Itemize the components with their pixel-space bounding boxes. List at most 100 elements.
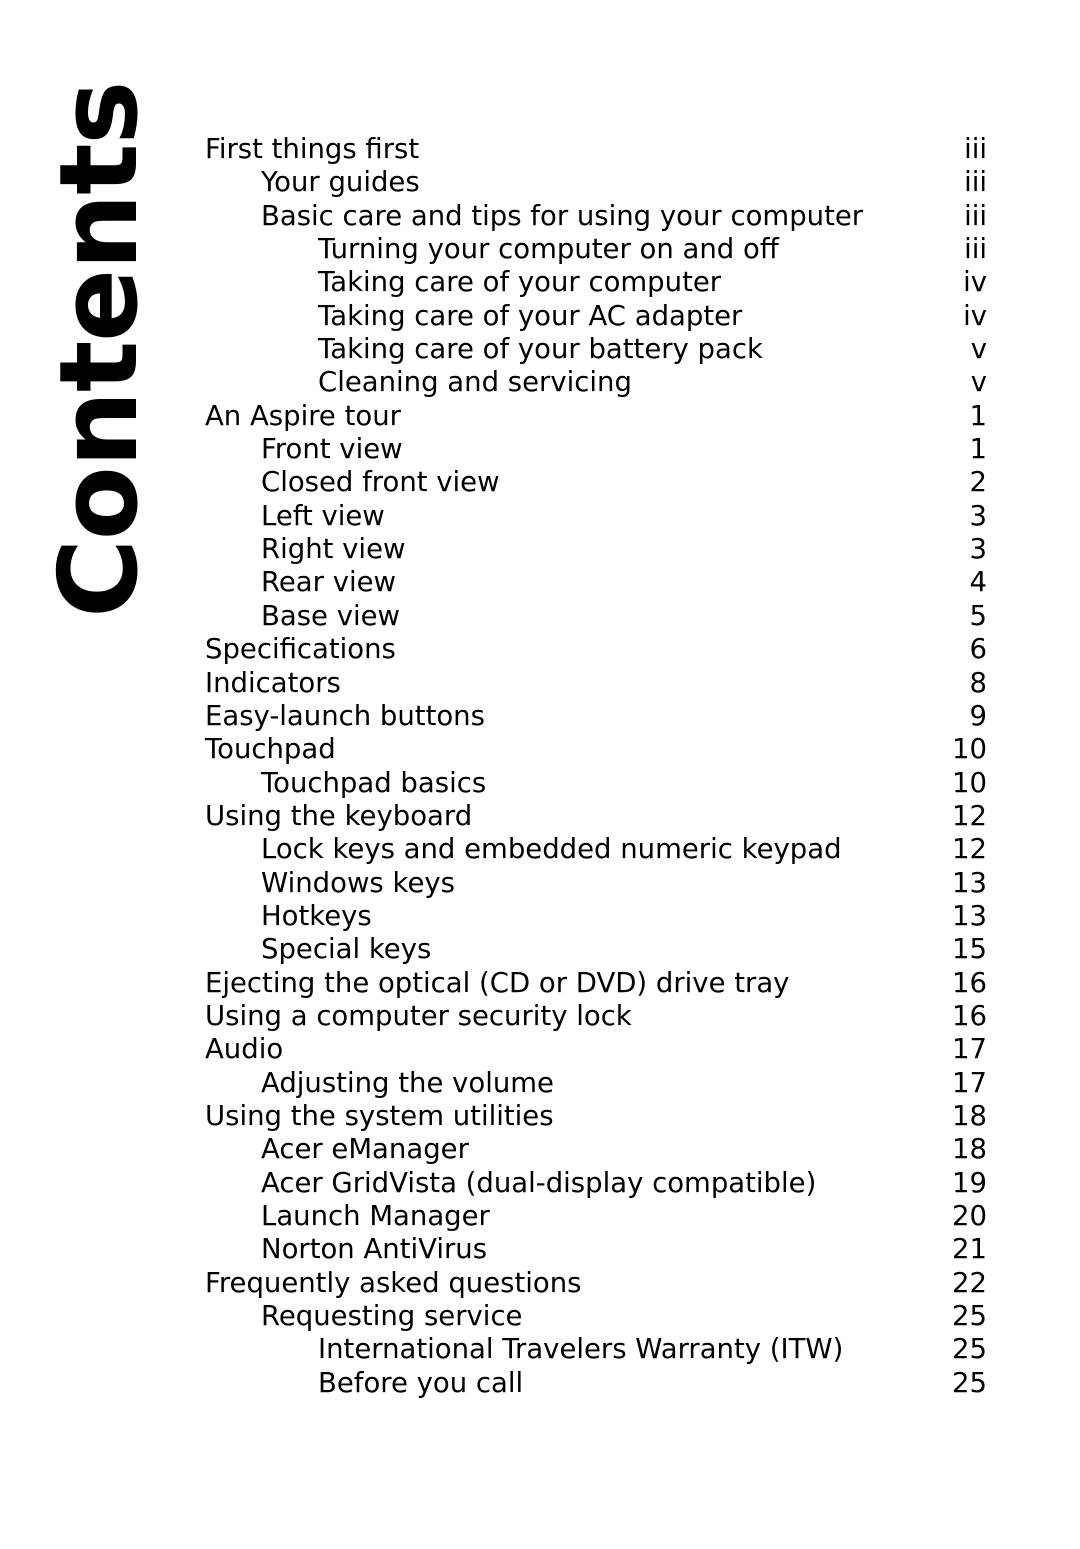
toc-entry-title: Taking care of your AC adapter: [318, 299, 743, 332]
toc-entry-title: Acer eManager: [261, 1133, 469, 1166]
toc-entry-page-number: 12: [952, 833, 987, 866]
toc-entry-page-number: 25: [952, 1366, 987, 1399]
toc-entry-page-number: 18: [952, 1133, 987, 1166]
toc-entry[interactable]: Touchpad basics 10: [205, 767, 987, 800]
toc-entry-title: Base view: [261, 599, 401, 632]
toc-entry-title: Taking care of your computer: [318, 266, 722, 299]
toc-entry-title: Lock keys and embedded numeric keypad: [261, 833, 842, 866]
toc-entry-page-number: 1: [969, 399, 988, 432]
toc-entry-title: Specifications: [205, 633, 396, 666]
toc-entry[interactable]: Taking care of your AC adapter iv: [205, 300, 987, 333]
toc-entry[interactable]: Using the system utilities 18: [205, 1100, 987, 1133]
toc-entry-title: Using a computer security lock: [205, 999, 632, 1032]
toc-entry[interactable]: Using a computer security lock 16: [205, 1000, 987, 1033]
toc-entry[interactable]: Ejecting the optical (CD or DVD) drive t…: [205, 967, 987, 1000]
toc-entry[interactable]: Launch Manager 20: [205, 1200, 987, 1233]
toc-entry-page-number: 8: [969, 666, 988, 699]
toc-entry[interactable]: Rear view 4: [205, 566, 987, 599]
toc-entry[interactable]: Cleaning and servicing v: [205, 366, 987, 399]
toc-entry-page-number: 3: [969, 533, 988, 566]
toc-entry[interactable]: Hotkeys 13: [205, 900, 987, 933]
toc-entry-page-number: 9: [969, 699, 988, 732]
toc-entry[interactable]: Audio 17: [205, 1033, 987, 1066]
toc-entry-page-number: 17: [952, 1033, 987, 1066]
toc-entry-title: Requesting service: [261, 1300, 523, 1333]
toc-entry-page-number: 20: [952, 1200, 987, 1232]
toc-entry-title: Turning your computer on and off: [318, 233, 779, 266]
toc-entry-title: An Aspire tour: [205, 399, 401, 432]
toc-entry[interactable]: Right view 3: [205, 533, 987, 566]
toc-entry[interactable]: Specifications 6: [205, 633, 987, 666]
toc-entry-title: Windows keys: [261, 866, 455, 899]
toc-entry[interactable]: Easy-launch buttons 9: [205, 700, 987, 733]
toc-entry-page-number: 10: [952, 766, 987, 799]
toc-entry[interactable]: Special keys 15: [205, 933, 987, 966]
toc-entry-title: Before you call: [318, 1366, 524, 1399]
toc-entry-page-number: 21: [952, 1233, 987, 1266]
toc-entry-title: Acer GridVista (dual-display compatible): [261, 1166, 817, 1199]
toc-entry-page-number: 6: [969, 633, 988, 666]
toc-entry-title: Taking care of your battery pack: [318, 333, 763, 366]
toc-entry-page-number: 18: [952, 1099, 987, 1132]
toc-entry[interactable]: Acer GridVista (dual-display compatible)…: [205, 1167, 987, 1200]
toc-entry-page-number: 25: [952, 1300, 987, 1333]
toc-entry-page-number: 4: [969, 566, 988, 599]
toc-entry-page-number: 5: [969, 599, 988, 632]
toc-entry[interactable]: Basic care and tips for using your compu…: [205, 200, 987, 233]
toc-entry-page-number: iv: [963, 266, 987, 299]
toc-entry[interactable]: Closed front view 2: [205, 466, 987, 499]
toc-entry-title: Norton AntiVirus: [261, 1233, 488, 1266]
toc-entry-page-number: 2: [969, 466, 988, 499]
toc-entry-title: Adjusting the volume: [261, 1066, 554, 1099]
toc-entry-page-number: iii: [964, 166, 987, 199]
toc-entry-page-number: 1: [969, 433, 988, 466]
toc-entry-page-number: iii: [964, 233, 987, 266]
toc-entry[interactable]: Norton AntiVirus 21: [205, 1233, 987, 1266]
toc-entry-title: Frequently asked questions: [205, 1266, 582, 1299]
toc-entry[interactable]: Touchpad 10: [205, 733, 987, 766]
toc-entry-page-number: iii: [964, 133, 987, 165]
toc-entry-title: Touchpad: [205, 733, 336, 766]
toc-entry-page-number: v: [970, 366, 987, 399]
toc-entry-page-number: 19: [952, 1166, 987, 1199]
toc-entry[interactable]: Requesting service 25: [205, 1300, 987, 1333]
toc-entry-page-number: 17: [952, 1066, 987, 1099]
toc-entry[interactable]: Before you call 25: [205, 1367, 987, 1400]
toc-entry[interactable]: Turning your computer on and off iii: [205, 233, 987, 266]
toc-entry-title: Audio: [205, 1033, 284, 1066]
toc-entry-title: Indicators: [205, 666, 341, 699]
toc-entry[interactable]: Windows keys 13: [205, 867, 987, 900]
toc-entry[interactable]: Left view 3: [205, 500, 987, 533]
toc-entry[interactable]: Acer eManager 18: [205, 1133, 987, 1166]
toc-entry[interactable]: Taking care of your computer iv: [205, 266, 987, 299]
toc-entry[interactable]: Taking care of your battery pack v: [205, 333, 987, 366]
toc-entry-page-number: 22: [952, 1266, 987, 1299]
toc-entry-page-number: v: [970, 333, 987, 366]
toc-entry[interactable]: Lock keys and embedded numeric keypad 12: [205, 833, 987, 866]
toc-entry[interactable]: Front view 1: [205, 433, 987, 466]
toc-entry-page-number: 16: [952, 999, 987, 1032]
toc-entry[interactable]: Base view 5: [205, 600, 987, 633]
page-heading-rotated: Contents: [0, 0, 200, 700]
toc-entry[interactable]: Frequently asked questions 22: [205, 1267, 987, 1300]
toc-entry-page-number: 16: [952, 966, 987, 999]
table-of-contents: First things first iii Your guides iii Basic…: [205, 133, 987, 1400]
toc-entry-title: Closed front view: [261, 466, 500, 499]
toc-entry-title: Front view: [261, 433, 403, 466]
toc-entry-title: Rear view: [261, 566, 397, 599]
toc-entry-page-number: 13: [952, 899, 987, 932]
toc-entry-page-number: 12: [952, 799, 987, 832]
toc-entry[interactable]: First things first iii: [205, 133, 987, 166]
toc-entry[interactable]: Indicators 8: [205, 667, 987, 700]
toc-entry[interactable]: Using the keyboard 12: [205, 800, 987, 833]
toc-entry[interactable]: Your guides iii: [205, 166, 987, 199]
toc-entry[interactable]: International Travelers Warranty (ITW) 25: [205, 1333, 987, 1366]
toc-entry-title: Special keys: [261, 933, 432, 966]
toc-entry[interactable]: An Aspire tour 1: [205, 400, 987, 433]
toc-entry-title: Using the keyboard: [205, 799, 473, 832]
toc-entry[interactable]: Adjusting the volume 17: [205, 1067, 987, 1100]
page-title: Contents: [37, 81, 162, 619]
toc-entry-title: Cleaning and servicing: [318, 366, 632, 399]
toc-entry-title: First things first: [205, 133, 420, 165]
toc-entry-title: Easy-launch buttons: [205, 699, 485, 732]
